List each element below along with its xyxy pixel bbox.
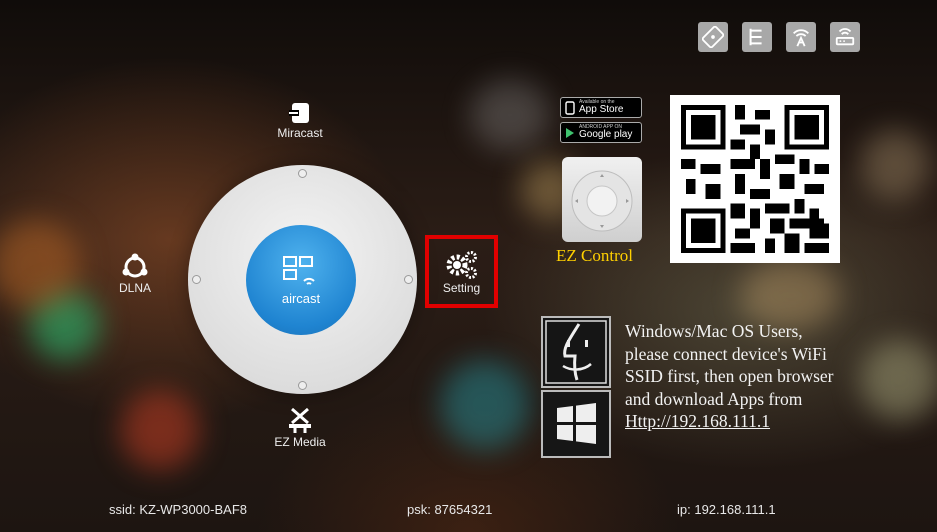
instructions-line-1: Windows/Mac OS Users, xyxy=(625,321,803,341)
ez-media-label: EZ Media xyxy=(274,435,326,449)
ip-status: ip: 192.168.111.1 xyxy=(677,502,776,517)
setting-button[interactable]: Setting xyxy=(425,235,498,308)
app-store-badge[interactable]: Available on the App Store xyxy=(560,97,642,118)
download-url-link[interactable]: Http://192.168.111.1 xyxy=(625,410,915,433)
ssid-status: ssid: KZ-WP3000-BAF8 xyxy=(109,502,247,517)
ez-media-icon xyxy=(289,407,311,433)
psk-status: psk: 87654321 xyxy=(407,502,493,517)
google-play-icon xyxy=(566,127,574,138)
gears-icon xyxy=(446,250,477,279)
network-topology-icon[interactable] xyxy=(742,22,772,52)
dlna-button[interactable]: DLNA xyxy=(110,253,160,295)
wheel-dot-left xyxy=(192,275,201,284)
miracast-label: Miracast xyxy=(277,126,323,140)
setting-label: Setting xyxy=(442,280,481,295)
antenna-signal-icon[interactable] xyxy=(786,22,816,52)
ez-control-remote-icon[interactable] xyxy=(562,157,642,242)
dlna-label: DLNA xyxy=(118,281,151,295)
dlna-icon xyxy=(122,253,148,278)
qr-code xyxy=(670,95,840,263)
instructions-text: Windows/Mac OS Users, please connect dev… xyxy=(625,320,915,433)
aircast-label: aircast xyxy=(281,290,321,306)
google-play-big-text: Google play xyxy=(579,129,633,140)
screen-mirroring-icon xyxy=(283,255,315,285)
remote-control-icon[interactable] xyxy=(698,22,728,52)
windows-icon[interactable] xyxy=(541,390,611,458)
instructions-line-3: SSID first, then open browser xyxy=(625,366,834,386)
google-play-badge[interactable]: ANDROID APP ON Google play xyxy=(560,122,642,143)
app-store-big-text: App Store xyxy=(579,104,624,115)
router-icon[interactable] xyxy=(830,22,860,52)
miracast-icon xyxy=(289,103,309,123)
instructions-line-2: please connect device's WiFi xyxy=(625,343,827,364)
wheel-dot-bottom xyxy=(298,381,307,390)
aircast-button[interactable]: aircast xyxy=(246,225,356,335)
wheel-dot-right xyxy=(404,275,413,284)
ez-media-button[interactable]: EZ Media xyxy=(262,405,338,449)
wheel-dot-top xyxy=(298,169,307,178)
miracast-button[interactable]: Miracast xyxy=(270,100,330,140)
ez-control-label: EZ Control xyxy=(556,246,633,265)
mac-finder-icon[interactable] xyxy=(541,316,611,388)
phone-icon xyxy=(565,100,575,115)
instructions-line-4: and download Apps from xyxy=(625,388,803,409)
